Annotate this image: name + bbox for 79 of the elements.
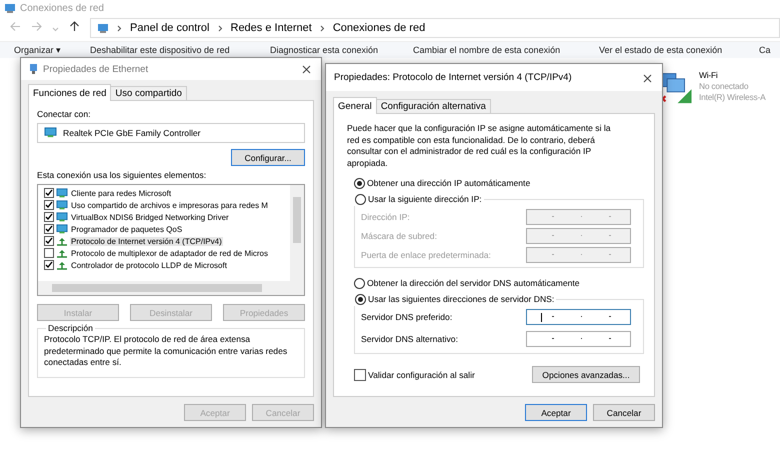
dns-address-field[interactable] [526,330,631,346]
adapter-name: Intel(R) Wireless-A [699,92,766,102]
dialog-title: Propiedades de Ethernet [43,64,150,74]
toolbar-button[interactable]: Deshabilitar este dispositivo de red [90,45,270,55]
network-adapter-icon [44,127,57,139]
checkbox[interactable] [44,236,54,246]
vertical-scrollbar[interactable] [290,185,304,281]
field-label: Puerta de enlace predeterminada: [361,250,491,260]
network-folder-icon [4,2,16,14]
group-title: Descripción [47,323,94,333]
list-item[interactable]: Protocolo de Internet versión 4 (TCP/IPv4) [70,236,223,246]
chevron-icon [117,24,122,32]
toolbar-button[interactable]: Ca [759,45,773,55]
list-item[interactable]: Uso compartido de archivos e impresoras para redes M [70,200,269,210]
checkbox[interactable] [44,212,54,222]
description-text: Protocolo TCP/IP. El protocolo de red de área extensa predeterminado que permite la comunicación entre varias redes conectadas entre sí. [44,334,288,368]
option-label: Obtener una dirección IP automáticamente [367,178,530,188]
list-item[interactable]: VirtualBox NDIS6 Bridged Networking Driver [70,212,230,222]
network-adapter-icon [56,200,68,210]
network-adapter-icon [56,188,68,198]
checkbox[interactable] [44,260,54,270]
advanced-button[interactable]: Opciones avanzadas... [532,366,640,383]
radio-button[interactable] [354,278,365,288]
protocol-icon [56,248,68,258]
connect-label: Conectar con: [37,109,92,119]
adapter-icon [29,63,38,75]
horizontal-scrollbar[interactable] [38,281,304,295]
protocol-icon [56,236,68,246]
field-label: Máscara de subred: [361,230,437,240]
items-label: Esta conexión usa los siguientes elementos: [37,170,208,180]
intro-text: Puede hacer que la configuración IP se asigne automáticamente si la red es compatible con esta funcionalidad. De lo contrario, deberá consultar con el administrador de red cuál es la configuración IP apropiada. [347,123,612,169]
dialog-button[interactable]: Cancelar [593,404,655,421]
field-label: Dirección IP: [361,212,410,222]
checkbox[interactable] [44,248,54,258]
connection-name: Wi-Fi [699,70,719,80]
breadcrumb[interactable]: Redes e Internet [230,22,312,34]
window-title: Conexiones de red [20,2,104,14]
checkbox[interactable] [44,200,54,210]
network-adapter-icon [56,224,68,234]
protocol-icon [56,260,68,270]
field-label: Servidor DNS preferido: [361,312,452,322]
checkbox[interactable] [354,368,366,380]
tab[interactable]: Configuración alternativa [376,99,491,114]
radio-button[interactable] [355,294,366,304]
toolbar-button[interactable]: Organizar ▾ [14,45,90,55]
list-item[interactable]: Controlador de protocolo LLDP de Microsoft [70,260,228,270]
address-bar[interactable]: Panel de control Redes e Internet Conexiones de red [90,18,780,38]
tab[interactable]: General [333,97,377,114]
toolbar-button[interactable]: Ver el estado de esta conexión [599,45,759,55]
breadcrumb[interactable]: Conexiones de red [332,22,426,34]
option-label: Usar la siguiente dirección IP: [368,194,482,204]
configure-button[interactable]: Configurar... [231,149,305,166]
list-item[interactable]: Programador de paquetes QoS [70,224,184,234]
network-folder-icon [97,22,109,34]
radio-button[interactable] [355,194,366,204]
dialog-title: Propiedades: Protocolo de Internet versión 4 (TCP/IPv4) [334,72,573,83]
radio-button[interactable] [354,178,365,188]
tab[interactable]: Funciones de red [28,84,112,101]
toolbar-button[interactable]: Diagnosticar esta conexión [270,45,413,55]
breadcrumb[interactable]: Panel de control [130,22,210,34]
option-label: Usar las siguientes direcciones de servidor DNS: [368,294,554,304]
checkbox-label: Validar configuración al salir [368,370,475,380]
dialog-button[interactable]: Aceptar [525,404,587,421]
chevron-icon [218,24,222,32]
network-adapter-icon [56,212,68,222]
chevron-icon [320,24,325,32]
close-icon[interactable] [643,74,652,82]
field-label: Servidor DNS alternativo: [361,334,458,344]
adapter-name: Realtek PCIe GbE Family Controller [63,128,201,138]
checkbox[interactable] [44,188,54,198]
option-label: Obtener la dirección del servidor DNS automáticamente [367,278,580,288]
toolbar-button[interactable]: Cambiar el nombre de esta conexión [413,45,599,55]
list-item[interactable]: Protocolo de multiplexor de adaptador de red de Micros [70,248,269,258]
dns-address-field[interactable] [526,308,631,324]
list-item[interactable]: Cliente para redes Microsoft [70,188,172,198]
checkbox[interactable] [44,224,54,234]
close-icon[interactable] [302,65,311,74]
connection-status: No conectado [699,81,750,91]
tab[interactable]: Uso compartido [110,86,187,101]
